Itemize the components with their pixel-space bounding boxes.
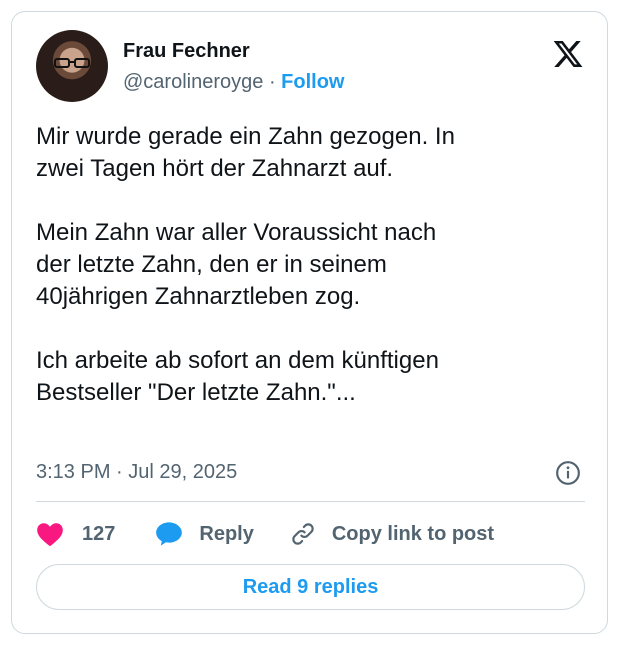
like-button[interactable]: 127 xyxy=(36,521,115,547)
x-logo-icon[interactable] xyxy=(552,38,584,70)
reply-button[interactable]: Reply xyxy=(155,521,254,547)
read-replies-label: Read 9 replies xyxy=(242,575,379,598)
avatar-glasses xyxy=(54,58,90,68)
read-replies-button[interactable]: Read 9 replies xyxy=(36,564,585,610)
copy-link-label: Copy link to post xyxy=(331,522,495,545)
author-handle-row: @carolineroyge · Follow xyxy=(123,71,345,94)
heart-icon xyxy=(37,523,63,547)
action-bar: 127 Reply Copy link to post xyxy=(36,517,494,551)
author-handle[interactable]: @carolineroyge xyxy=(123,71,263,93)
tweet-timestamp[interactable]: 3:13 PM · Jul 29, 2025 xyxy=(36,461,237,484)
reply-label: Reply xyxy=(199,522,254,545)
author-name[interactable]: Frau Fechner xyxy=(123,40,250,63)
avatar[interactable] xyxy=(36,30,108,102)
divider xyxy=(36,501,585,502)
info-icon[interactable] xyxy=(555,460,581,486)
like-count: 127 xyxy=(82,522,116,545)
tweet-card: Frau Fechner @carolineroyge · Follow Mir… xyxy=(11,11,608,634)
link-icon xyxy=(292,523,314,545)
speech-bubble-icon xyxy=(156,522,183,546)
follow-button[interactable]: Follow xyxy=(281,71,344,93)
copy-link-button[interactable]: Copy link to post xyxy=(290,521,494,547)
tweet-text: Mir wurde gerade ein Zahn gezogen. In zw… xyxy=(36,123,455,406)
separator: · xyxy=(268,71,276,93)
